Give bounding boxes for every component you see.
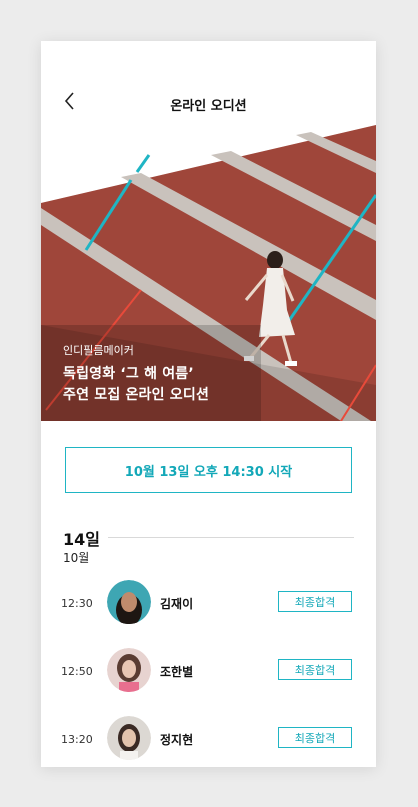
status-badge[interactable]: 최종합격 [278,727,352,748]
avatar-photo [107,580,151,624]
audition-time: 12:30 [61,597,93,610]
app-screen: 온라인 오디션 인디필름메이커 독립영화 ‘그 해 여름’ 주연 모집 온라인 … [41,41,376,767]
avatar[interactable] [107,580,151,624]
audition-start-button[interactable]: 10월 13일 오후 14:30 시작 [65,447,352,493]
schedule-day: 14일 [63,530,100,549]
audition-time: 13:20 [61,733,93,746]
list-item: 12:50 조한별 최종합격 [41,648,376,698]
avatar-photo [107,716,151,760]
list-item: 13:20 정지현 최종합격 [41,716,376,766]
avatar[interactable] [107,716,151,760]
hero-banner: 인디필름메이커 독립영화 ‘그 해 여름’ 주연 모집 온라인 오디션 [41,125,376,421]
avatar-photo [107,648,151,692]
app-header: 온라인 오디션 [41,41,376,125]
applicant-name: 조한별 [160,665,194,679]
status-badge[interactable]: 최종합격 [278,659,352,680]
page-title: 온라인 오디션 [170,99,247,114]
hero-headline-line1: 독립영화 ‘그 해 여름’ [63,366,194,382]
hero-headline-line2: 주연 모집 온라인 오디션 [63,387,210,403]
schedule-month: 10월 [63,551,90,565]
hero-subtitle: 인디필름메이커 [63,344,134,357]
list-item: 12:30 김재이 최종합격 [41,580,376,630]
applicant-name: 김재이 [160,597,194,611]
applicant-name: 정지현 [160,733,194,747]
audition-time: 12:50 [61,665,93,678]
status-badge[interactable]: 최종합격 [278,591,352,612]
date-divider [108,537,354,538]
avatar[interactable] [107,648,151,692]
